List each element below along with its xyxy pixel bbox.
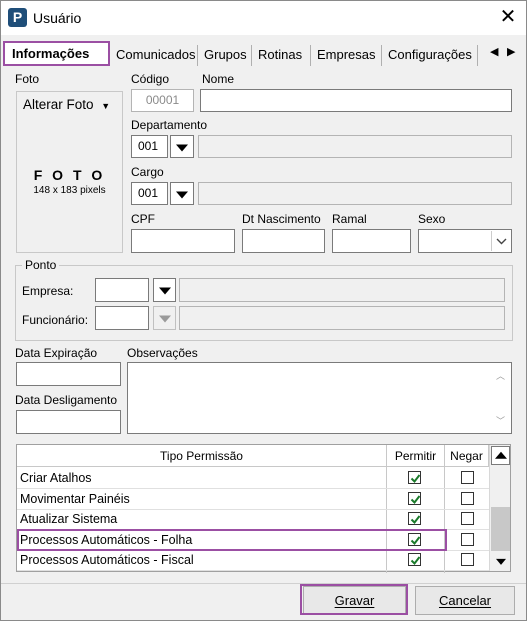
observacoes-textarea[interactable]: ︿ ﹀ xyxy=(127,362,512,434)
cpf-field[interactable] xyxy=(131,229,235,253)
col-header-negar[interactable]: Negar xyxy=(445,445,489,467)
cancelar-button[interactable]: Cancelar xyxy=(415,586,515,615)
funcionario-label: Funcionário: xyxy=(22,313,89,327)
codigo-field: 00001 xyxy=(131,89,194,112)
permitir-checkbox[interactable] xyxy=(408,471,421,484)
scroll-down-button[interactable] xyxy=(491,551,510,570)
row-highlight xyxy=(17,528,447,551)
footer-divider xyxy=(1,583,526,584)
chevron-down-icon xyxy=(176,191,188,199)
change-photo-button[interactable]: Alterar Foto ▼ xyxy=(23,97,110,112)
col-header-permitir[interactable]: Permitir xyxy=(387,445,445,467)
tab-rotinas[interactable]: Rotinas xyxy=(253,45,311,66)
observacoes-label: Observações xyxy=(127,346,198,360)
negar-checkbox[interactable] xyxy=(461,471,474,484)
tab-configuracoes[interactable]: Configurações xyxy=(383,45,478,66)
arrow-down-icon xyxy=(495,558,506,565)
ponto-group-title: Ponto xyxy=(22,258,60,272)
cargo-code-field[interactable]: 001 xyxy=(131,182,168,205)
ponto-empresa-code-field[interactable] xyxy=(95,278,149,302)
app-icon: P xyxy=(8,8,27,27)
sexo-label: Sexo xyxy=(418,212,446,226)
ramal-label: Ramal xyxy=(332,212,367,226)
nome-field[interactable] xyxy=(200,89,512,112)
caret-down-icon: ▼ xyxy=(101,101,111,111)
ponto-funcionario-name-field xyxy=(179,306,505,330)
permission-name: Atualizar Sistema xyxy=(20,512,118,527)
desligamento-field[interactable] xyxy=(16,410,121,434)
photo-label: Foto xyxy=(15,72,40,86)
ramal-field[interactable] xyxy=(332,229,411,253)
scroll-down-icon: ﹀ xyxy=(495,416,505,426)
tab-comunicados[interactable]: Comunicados xyxy=(111,45,198,66)
sexo-select[interactable] xyxy=(418,229,512,253)
departamento-code-field[interactable]: 001 xyxy=(131,135,168,158)
change-photo-label: Alterar Foto xyxy=(23,97,94,112)
empresa-label: Empresa: xyxy=(22,284,74,298)
ponto-funcionario-dropdown-button xyxy=(153,306,176,330)
scroll-up-button[interactable] xyxy=(491,446,510,465)
tab-informacoes[interactable]: Informações xyxy=(3,41,110,66)
departamento-name-field xyxy=(198,135,512,158)
chevron-down-icon xyxy=(158,315,171,323)
ponto-empresa-dropdown-button[interactable] xyxy=(153,278,176,302)
ponto-funcionario-code-field[interactable] xyxy=(95,306,149,330)
user-dialog: P Usuário ✕ Informações Comunicados Grup… xyxy=(0,0,527,621)
chevron-left-icon[interactable]: ◀ xyxy=(490,45,498,58)
scroll-up-icon: ︿ xyxy=(495,371,505,381)
gravar-highlight xyxy=(300,584,408,615)
negar-checkbox[interactable] xyxy=(461,553,474,567)
photo-placeholder-size: 148 x 183 pixels xyxy=(33,185,106,196)
expiracao-label: Data Expiração xyxy=(15,346,98,360)
cargo-name-field xyxy=(198,182,512,205)
negar-checkbox[interactable] xyxy=(461,512,474,526)
title-bar: P Usuário ✕ xyxy=(1,1,526,35)
close-icon[interactable]: ✕ xyxy=(496,6,520,30)
table-row[interactable]: Processos Automáticos - Fiscal xyxy=(17,550,489,572)
permission-name: Processos Automáticos - Fiscal xyxy=(20,553,194,568)
codigo-label: Código xyxy=(131,72,170,86)
grid-scrollbar[interactable] xyxy=(489,445,510,571)
permitir-checkbox[interactable] xyxy=(408,512,421,526)
permitir-checkbox[interactable] xyxy=(408,553,421,567)
cargo-dropdown-button[interactable] xyxy=(170,182,194,205)
col-header-tipo[interactable]: Tipo Permissão xyxy=(17,445,387,467)
tab-empresas[interactable]: Empresas xyxy=(312,45,382,66)
nascimento-label: Dt Nascimento xyxy=(242,212,321,226)
negar-checkbox[interactable] xyxy=(461,491,474,505)
nome-label: Nome xyxy=(202,72,235,86)
cargo-label: Cargo xyxy=(131,165,164,179)
permission-name: Movimentar Painéis xyxy=(20,491,130,506)
arrow-up-icon xyxy=(494,451,507,459)
photo-box: Alterar Foto ▼ F O T O 148 x 183 pixels xyxy=(16,91,123,253)
chevron-down-icon xyxy=(176,144,188,152)
chevron-down-icon xyxy=(491,231,510,251)
window-title: Usuário xyxy=(33,10,82,26)
departamento-label: Departamento xyxy=(131,118,208,132)
departamento-dropdown-button[interactable] xyxy=(170,135,194,158)
permission-name: Criar Atalhos xyxy=(20,471,92,485)
scroll-thumb[interactable] xyxy=(491,507,510,551)
desligamento-label: Data Desligamento xyxy=(15,393,118,407)
tab-strip: Informações Comunicados Grupos Rotinas E… xyxy=(3,41,524,66)
permissions-grid: Tipo Permissão Permitir Negar Criar Atal… xyxy=(16,444,511,573)
chevron-right-icon[interactable]: ▶ xyxy=(507,45,515,58)
table-row[interactable]: Criar Atalhos xyxy=(17,468,489,489)
ponto-empresa-name-field xyxy=(179,278,505,302)
nascimento-field[interactable] xyxy=(242,229,325,253)
negar-checkbox[interactable] xyxy=(461,532,474,546)
photo-placeholder-title: F O T O xyxy=(33,167,106,183)
expiracao-field[interactable] xyxy=(16,362,121,386)
chevron-down-icon xyxy=(158,287,171,295)
permitir-checkbox[interactable] xyxy=(408,491,421,505)
table-row[interactable]: Movimentar Painéis xyxy=(17,489,489,510)
cpf-label: CPF xyxy=(131,212,155,226)
cancelar-label: Cancelar xyxy=(438,593,492,608)
table-row[interactable]: Atualizar Sistema xyxy=(17,509,489,531)
tab-grupos[interactable]: Grupos xyxy=(199,45,252,66)
